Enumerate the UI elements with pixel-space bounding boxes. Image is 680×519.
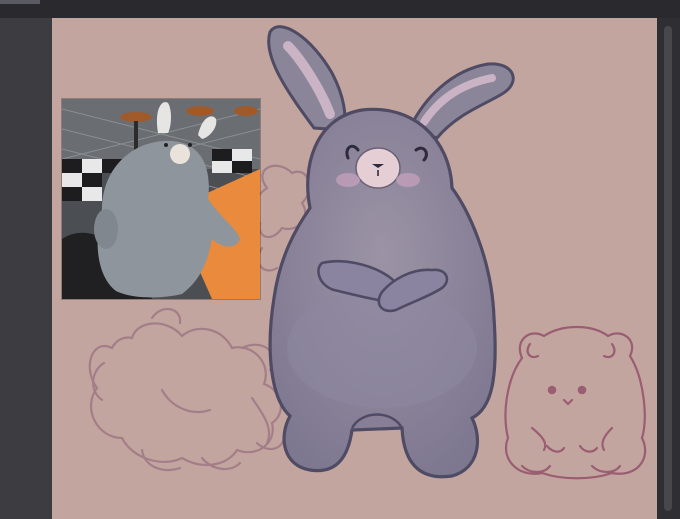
drawing-canvas[interactable] [52,18,657,519]
reference-photo[interactable] [62,99,260,299]
left-panel [0,18,52,519]
vertical-scrollbar[interactable] [664,26,672,511]
plush-bunny-photo [62,99,260,299]
tab-strip[interactable] [0,0,40,4]
top-toolbar [0,0,680,19]
